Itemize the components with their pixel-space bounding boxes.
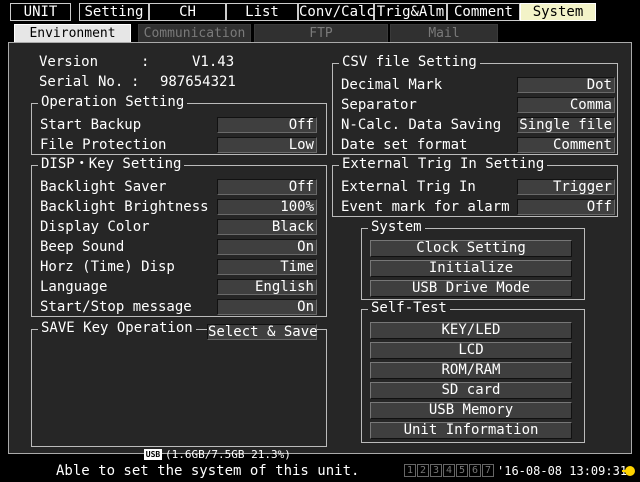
external-trig-in-setting-title: External Trig In Setting [339,156,548,172]
channel-indicator-7: 7 [482,464,494,477]
channel-indicator-5: 5 [456,464,468,477]
decimal-mark-value[interactable]: Dot [517,77,615,93]
start-stop-message-value[interactable]: On [217,299,317,315]
decimal-mark-label: Decimal Mark [341,77,443,93]
backlight-brightness-value[interactable]: 100% [217,199,317,215]
tab-ch[interactable]: CH [149,3,226,21]
csv-file-setting-title: CSV file Setting [339,54,480,70]
date-set-format-value[interactable]: Comment [517,137,615,153]
horz-time-disp-value[interactable]: Time [217,259,317,275]
save-key-operation-group: SAVE Key Operation Select & Save [31,320,327,447]
usb-icon: USB [144,449,162,460]
csv-file-setting-group: CSV file Setting Decimal Mark Dot Separa… [332,54,618,155]
start-backup-value[interactable]: Off [217,117,317,133]
save-key-operation-value[interactable]: Select & Save [207,324,318,340]
separator-value[interactable]: Comma [517,97,615,113]
language-label: Language [40,279,108,295]
top-tab-bar: UNIT Setting CH List Conv/Calc Trig&Alm … [0,0,640,22]
tab-system[interactable]: System [520,3,596,21]
date-set-format-label: Date set format [341,137,468,153]
version-separator: : [141,54,150,70]
beep-sound-label: Beep Sound [40,239,125,255]
self-test-group: Self-Test KEY/LED LCD ROM/RAM SD card US… [361,300,585,443]
rom-ram-test-button[interactable]: ROM/RAM [370,362,572,379]
channel-indicator-2: 2 [417,464,429,477]
tab-list[interactable]: List [226,3,298,21]
file-protection-value[interactable]: Low [217,137,317,153]
tab-setting[interactable]: Setting [79,3,149,21]
display-color-value[interactable]: Black [217,219,317,235]
serial-separator: : [131,74,140,90]
save-key-operation-title: SAVE Key Operation [38,320,196,336]
channel-indicator-3: 3 [430,464,442,477]
operation-setting-group: Operation Setting Start Backup Off File … [31,94,327,155]
external-trig-in-value[interactable]: Trigger [517,179,615,195]
beep-sound-value[interactable]: On [217,239,317,255]
backlight-brightness-label: Backlight Brightness [40,199,209,215]
backlight-saver-label: Backlight Saver [40,179,167,195]
unit-information-button[interactable]: Unit Information [370,422,572,439]
channel-indicator-4: 4 [443,464,455,477]
channel-indicator-6: 6 [469,464,481,477]
separator-label: Separator [341,97,417,113]
channel-indicator-1: 1 [404,464,416,477]
environment-panel: Version : V1.43 Serial No. : 987654321 O… [8,42,632,454]
sd-card-test-button[interactable]: SD card [370,382,572,399]
display-color-label: Display Color [40,219,150,235]
usb-memory-test-button[interactable]: USB Memory [370,402,572,419]
file-protection-label: File Protection [40,137,167,153]
serial-label: Serial No. [39,74,124,90]
horz-time-disp-label: Horz (Time) Disp [40,259,175,275]
usb-drive-mode-button[interactable]: USB Drive Mode [370,280,572,297]
self-test-title: Self-Test [368,300,450,316]
battery-indicator-icon [622,463,636,477]
serial-value: 987654321 [160,74,236,90]
disp-key-setting-title: DISP・Key Setting [38,156,185,172]
backlight-saver-value[interactable]: Off [217,179,317,195]
tab-comment[interactable]: Comment [447,3,520,21]
n-calc-data-saving-label: N-Calc. Data Saving [341,117,502,133]
start-backup-label: Start Backup [40,117,142,133]
tab-conv-calc[interactable]: Conv/Calc [298,3,375,21]
tab-trig-alm[interactable]: Trig&Alm [374,3,447,21]
subtab-environment[interactable]: Environment [14,24,131,43]
version-label: Version [39,54,99,70]
usb-capacity: (1.6GB/7.5GB 21.3%) [165,448,291,461]
initialize-button[interactable]: Initialize [370,260,572,277]
event-mark-for-alarm-label: Event mark for alarm [341,199,510,215]
external-trig-in-label: External Trig In [341,179,476,195]
system-title: System [368,219,425,235]
disp-key-setting-group: DISP・Key Setting Backlight Saver Off Bac… [31,156,327,317]
system-group: System Clock Setting Initialize USB Driv… [361,219,585,300]
version-value: V1.43 [192,54,235,70]
n-calc-data-saving-value[interactable]: Single file [517,117,615,133]
subtab-mail[interactable]: Mail [390,24,498,43]
external-trig-in-setting-group: External Trig In Setting External Trig I… [332,156,618,217]
status-message: Able to set the system of this unit. [56,463,360,479]
language-value[interactable]: English [217,279,317,295]
datetime-display: '16-08-08 13:09:31 [497,464,628,478]
operation-setting-title: Operation Setting [38,94,188,110]
subtab-ftp[interactable]: FTP [254,24,388,43]
key-led-test-button[interactable]: KEY/LED [370,322,572,339]
tab-unit[interactable]: UNIT [10,3,71,21]
subtab-communication[interactable]: Communication [138,24,251,43]
start-stop-message-label: Start/Stop message [40,299,192,315]
event-mark-for-alarm-value[interactable]: Off [517,199,615,215]
clock-setting-button[interactable]: Clock Setting [370,240,572,257]
lcd-test-button[interactable]: LCD [370,342,572,359]
